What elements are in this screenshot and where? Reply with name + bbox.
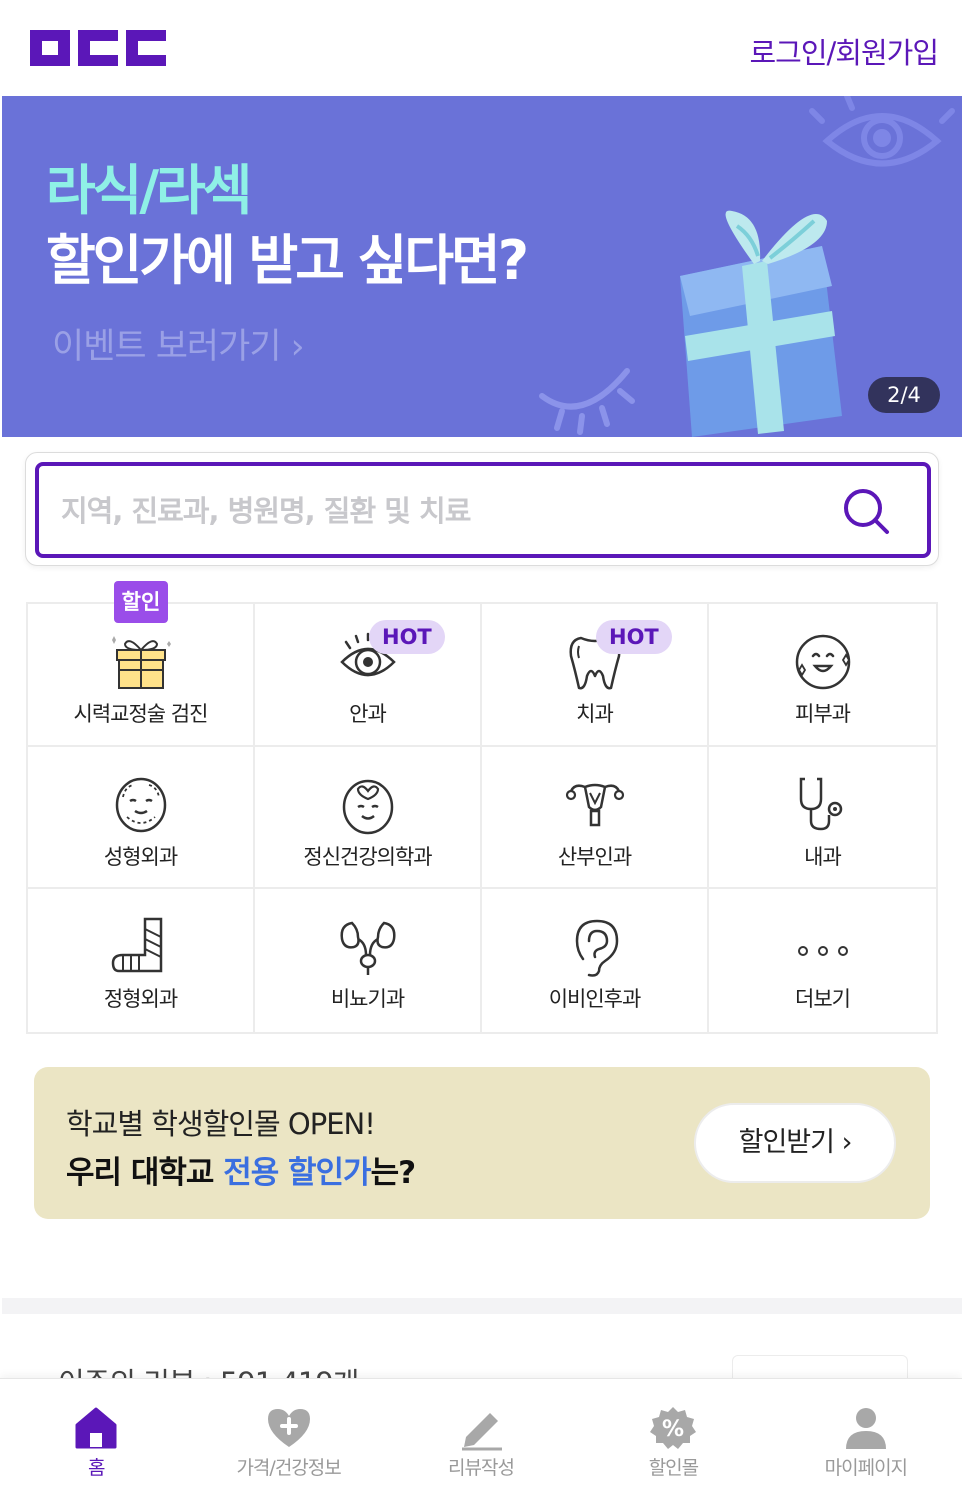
tab-discount-mall[interactable]: % 할인몰 [577, 1379, 769, 1504]
promo-subtitle: 우리 대학교 전용 할인가는? [66, 1147, 417, 1192]
category-urology[interactable]: 비뇨기과 [255, 889, 482, 1032]
tab-home[interactable]: 홈 [0, 1379, 192, 1504]
search-icon[interactable] [841, 486, 891, 536]
app-header: 로그인/회원가입 [0, 0, 962, 96]
category-vision-exam[interactable]: 시력교정술 검진 [28, 604, 255, 747]
heart-face-icon [342, 779, 393, 834]
search-input[interactable] [61, 488, 801, 534]
promo-subtitle-part2: 는? [370, 1155, 417, 1191]
promo-subtitle-highlight: 전용 할인가 [223, 1155, 371, 1191]
tab-write-review[interactable]: 리뷰작성 [385, 1379, 577, 1504]
cast-foot-icon [111, 918, 162, 973]
tab-label: 리뷰작성 [448, 1457, 515, 1479]
category-dentistry[interactable]: HOT 치과 [482, 604, 709, 747]
banner-title: 할인가에 받고 싶다면? [46, 229, 529, 292]
kidney-icon [339, 921, 396, 976]
tab-label: 가격/건강정보 [236, 1457, 341, 1479]
event-banner[interactable]: 라식/라섹 할인가에 받고 싶다면? 이벤트 보러가기 › 2/4 [2, 96, 962, 437]
uterus-icon [565, 783, 624, 826]
category-label: 피부과 [795, 702, 851, 726]
sparkle-face-icon [795, 634, 850, 690]
tab-price-health[interactable]: 가격/건강정보 [192, 1379, 384, 1504]
promo-title: 학교별 학생할인몰 OPEN! [66, 1107, 376, 1141]
category-plastic-surgery[interactable]: 성형외과 [28, 746, 255, 890]
person-icon [845, 1408, 886, 1449]
student-discount-banner[interactable]: 학교별 학생할인몰 OPEN! 우리 대학교 전용 할인가는? 할인받기 › [34, 1067, 930, 1219]
section-divider [2, 1298, 962, 1314]
category-label: 더보기 [795, 987, 851, 1012]
pencil-icon [462, 1413, 503, 1451]
banner-cta-link[interactable]: 이벤트 보러가기 › [52, 318, 305, 369]
category-label: 성형외과 [103, 844, 178, 869]
category-psychiatry[interactable]: 정신건강의학과 [255, 746, 482, 890]
category-label: 정형외과 [103, 987, 178, 1012]
category-ent[interactable]: 이비인후과 [482, 889, 709, 1032]
category-label: 치과 [576, 702, 614, 726]
category-label: 산부인과 [557, 844, 632, 869]
occ-logo[interactable] [30, 30, 168, 66]
search-box [35, 462, 931, 558]
tab-label: 홈 [87, 1457, 105, 1479]
more-dots-icon [797, 946, 848, 957]
category-label: 이비인후과 [548, 987, 642, 1012]
face-icon [115, 777, 166, 832]
home-icon [75, 1407, 117, 1449]
category-obgyn[interactable]: 산부인과 [482, 746, 709, 890]
gift-icon [111, 636, 171, 689]
category-label: 안과 [349, 702, 387, 726]
category-orthopedics[interactable]: 정형외과 [28, 889, 255, 1032]
tab-label: 마이페이지 [824, 1457, 908, 1479]
get-discount-button[interactable]: 할인받기 › [694, 1103, 896, 1183]
stethoscope-icon [799, 777, 842, 830]
category-more[interactable]: 더보기 [709, 889, 936, 1032]
tab-label: 할인몰 [648, 1457, 699, 1479]
banner-pager: 2/4 [868, 377, 940, 413]
percent-badge-icon: % [650, 1407, 697, 1449]
category-ophthalmology[interactable]: HOT 안과 [255, 604, 482, 747]
category-label: 시력교정술 검진 [73, 702, 209, 726]
category-label: 비뇨기과 [330, 987, 405, 1012]
ear-icon [575, 920, 618, 978]
hot-badge: HOT [596, 620, 672, 654]
search-container [25, 452, 939, 566]
category-dermatology[interactable]: 피부과 [709, 604, 936, 747]
heart-plus-icon [267, 1409, 310, 1447]
bottom-tab-bar: 홈 가격/건강정보 리뷰작성 % 할인몰 마이페이지 [0, 1378, 962, 1504]
promo-subtitle-part1: 우리 대학교 [66, 1155, 224, 1191]
login-signup-link[interactable]: 로그인/회원가입 [749, 30, 939, 72]
svg-text:%: % [662, 1417, 684, 1442]
tab-my-page[interactable]: 마이페이지 [770, 1379, 962, 1504]
category-label: 내과 [804, 844, 842, 869]
sale-badge: 할인 [114, 581, 168, 623]
banner-title-highlight: 라식/라섹 [46, 159, 252, 222]
category-grid: 시력교정술 검진 HOT 안과 HOT 치과 피부과 성형외과 정신건강의학과 … [26, 602, 938, 1034]
category-internal-medicine[interactable]: 내과 [709, 747, 936, 890]
hot-badge: HOT [369, 620, 445, 654]
category-label: 정신건강의학과 [303, 844, 432, 869]
